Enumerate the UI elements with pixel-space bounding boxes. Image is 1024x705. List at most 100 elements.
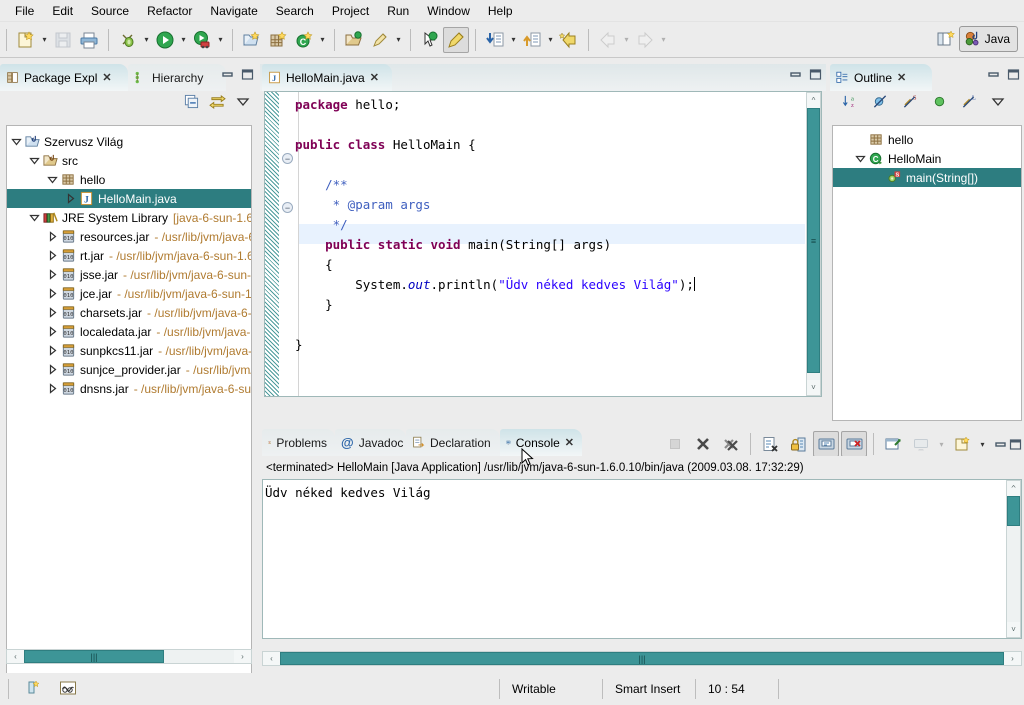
hscroll-thumb[interactable]: ||| [280,652,1004,665]
code-line[interactable]: } [295,295,803,315]
package-explorer-hscrollbar[interactable]: ‹ ||| › [6,649,252,664]
menu-item-search[interactable]: Search [267,2,323,20]
console-vscrollbar[interactable]: ^ ˅ [1006,480,1021,638]
code-editor[interactable]: − − package hello; public class HelloMai… [264,91,822,397]
maximize-icon[interactable] [241,69,254,80]
tree-twisty[interactable] [45,307,59,318]
outline-item-main-string[interactable]: Smain(String[]) [833,168,1021,187]
new-wizard-dropdown-arrow[interactable]: ▾ [39,28,50,52]
code-line[interactable]: System.out.println("Üdv néked kedves Vil… [295,275,803,295]
external-tools-dropdown-arrow[interactable]: ▾ [215,28,226,52]
tree-twisty[interactable] [45,364,59,375]
scroll-right-icon[interactable]: › [234,650,251,663]
scroll-left-icon[interactable]: ‹ [263,652,280,665]
tree-item-jre-system-library[interactable]: JRE System Library [java-6-sun-1.6.0.1 [7,208,251,227]
package-explorer-tree[interactable]: Szervusz Világ src hello J HelloMain.java JRE… [6,125,252,700]
scroll-up-icon[interactable]: ^ [1007,481,1020,496]
minimize-icon[interactable] [987,69,1000,80]
tree-item-jsse-jar[interactable]: 010 jsse.jar - /usr/lib/jvm/java-6-sun-1.0 [7,265,251,284]
tree-item-dnsns-jar[interactable]: 010 dnsns.jar - /usr/lib/jvm/java-6-sun-1 [7,379,251,398]
minimize-icon[interactable] [994,439,1007,450]
code-line[interactable] [295,315,803,335]
maximize-icon[interactable] [809,69,822,80]
view-menu-icon[interactable] [991,96,1005,111]
tab-javadoc[interactable]: @ Javadoc [335,429,406,456]
previous-annotation-dropdown-arrow[interactable]: ▾ [545,28,556,52]
tree-twisty[interactable] [45,383,59,394]
hide-static-icon[interactable]: S [902,94,918,112]
menu-item-source[interactable]: Source [82,2,138,20]
link-with-editor-icon[interactable] [209,94,226,112]
debug-icon[interactable] [115,27,141,53]
scroll-lock-icon[interactable] [785,431,811,457]
source-code[interactable]: package hello; public class HelloMain { … [295,95,803,355]
tab-declaration[interactable]: Declaration [406,429,500,456]
hide-fields-icon[interactable] [872,94,888,112]
menu-item-file[interactable]: File [6,2,43,20]
minimize-icon[interactable] [789,69,802,80]
fold-marker-method[interactable]: − [282,202,293,213]
tree-twisty[interactable] [45,326,59,337]
code-line[interactable]: } [295,335,803,355]
code-line[interactable]: public class HelloMain { [295,135,803,155]
search-dropdown-arrow[interactable]: ▾ [393,28,404,52]
tree-twisty[interactable] [45,174,59,185]
tree-twisty[interactable] [27,155,41,166]
tree-twisty[interactable] [45,269,59,280]
close-icon[interactable]: ✕ [565,436,574,449]
tree-item-hello[interactable]: hello [7,170,251,189]
view-menu-icon[interactable] [236,96,250,111]
tree-item-resources-jar[interactable]: 010 resources.jar - /usr/lib/jvm/java-6-s [7,227,251,246]
code-line[interactable]: */ [295,215,803,235]
tree-item-charsets-jar[interactable]: 010 charsets.jar - /usr/lib/jvm/java-6-su [7,303,251,322]
tab-hellomain-java[interactable]: J HelloMain.java ✕ [262,64,392,91]
new-wizard-icon[interactable] [13,27,39,53]
outline-item-hello[interactable]: hello [833,130,1021,149]
pin-console-icon[interactable] [813,431,839,457]
print-icon[interactable] [76,27,102,53]
menu-item-refactor[interactable]: Refactor [138,2,201,20]
last-edit-location-icon[interactable] [556,27,582,53]
code-line[interactable] [295,115,803,135]
tree-twisty[interactable] [853,153,867,164]
close-icon[interactable]: ✕ [370,71,379,84]
tab-console[interactable]: Console ✕ [500,429,582,456]
remove-launch-icon[interactable] [690,431,716,457]
remove-all-launches-icon[interactable] [718,431,744,457]
previous-annotation-icon[interactable] [519,27,545,53]
run-dropdown-arrow[interactable]: ▾ [178,28,189,52]
open-console-new-dropdown-arrow[interactable]: ▾ [977,432,988,456]
tree-item-localedata-jar[interactable]: 010 localedata.jar - /usr/lib/jvm/java-6- [7,322,251,341]
console-output-area[interactable]: Üdv néked kedves Világ ^ ˅ [262,479,1022,639]
search-icon[interactable] [367,27,393,53]
collapse-all-icon[interactable] [184,94,199,112]
hide-local-types-icon[interactable]: L [961,94,977,112]
maximize-icon[interactable] [1009,438,1022,450]
outline-item-hellomain[interactable]: C HelloMain [833,149,1021,168]
menu-item-edit[interactable]: Edit [43,2,82,20]
sort-icon[interactable]: a z [842,94,858,112]
display-selected-console-icon[interactable] [841,431,867,457]
tree-twisty[interactable] [63,193,77,204]
tree-twisty[interactable] [27,212,41,223]
scroll-down-icon[interactable]: ˅ [807,380,820,395]
close-icon[interactable]: ✕ [897,71,906,84]
code-line[interactable]: /** [295,175,803,195]
hscroll-thumb[interactable]: ||| [24,650,164,663]
new-java-project-icon[interactable] [239,27,265,53]
run-external-tools-icon[interactable] [189,27,215,53]
editor-vscrollbar[interactable]: ^ ≡ ˅ [806,92,821,396]
code-line[interactable]: * @param args [295,195,803,215]
menu-item-run[interactable]: Run [378,2,418,20]
menu-item-project[interactable]: Project [323,2,378,20]
code-line[interactable]: package hello; [295,95,803,115]
open-perspective-icon[interactable] [933,26,959,52]
scroll-up-icon[interactable]: ^ [807,93,820,108]
next-annotation-dropdown-arrow[interactable]: ▾ [508,28,519,52]
tree-item-sunjce-provider-jar[interactable]: 010 sunjce_provider.jar - /usr/lib/jvm/ja [7,360,251,379]
outline-tree[interactable]: hello C HelloMain Smain(String[]) [832,125,1022,421]
run-icon[interactable] [152,27,178,53]
pencil-icon[interactable] [443,26,469,53]
perspective-java-button[interactable]: Java [958,26,1018,52]
tree-twisty[interactable] [45,345,59,356]
